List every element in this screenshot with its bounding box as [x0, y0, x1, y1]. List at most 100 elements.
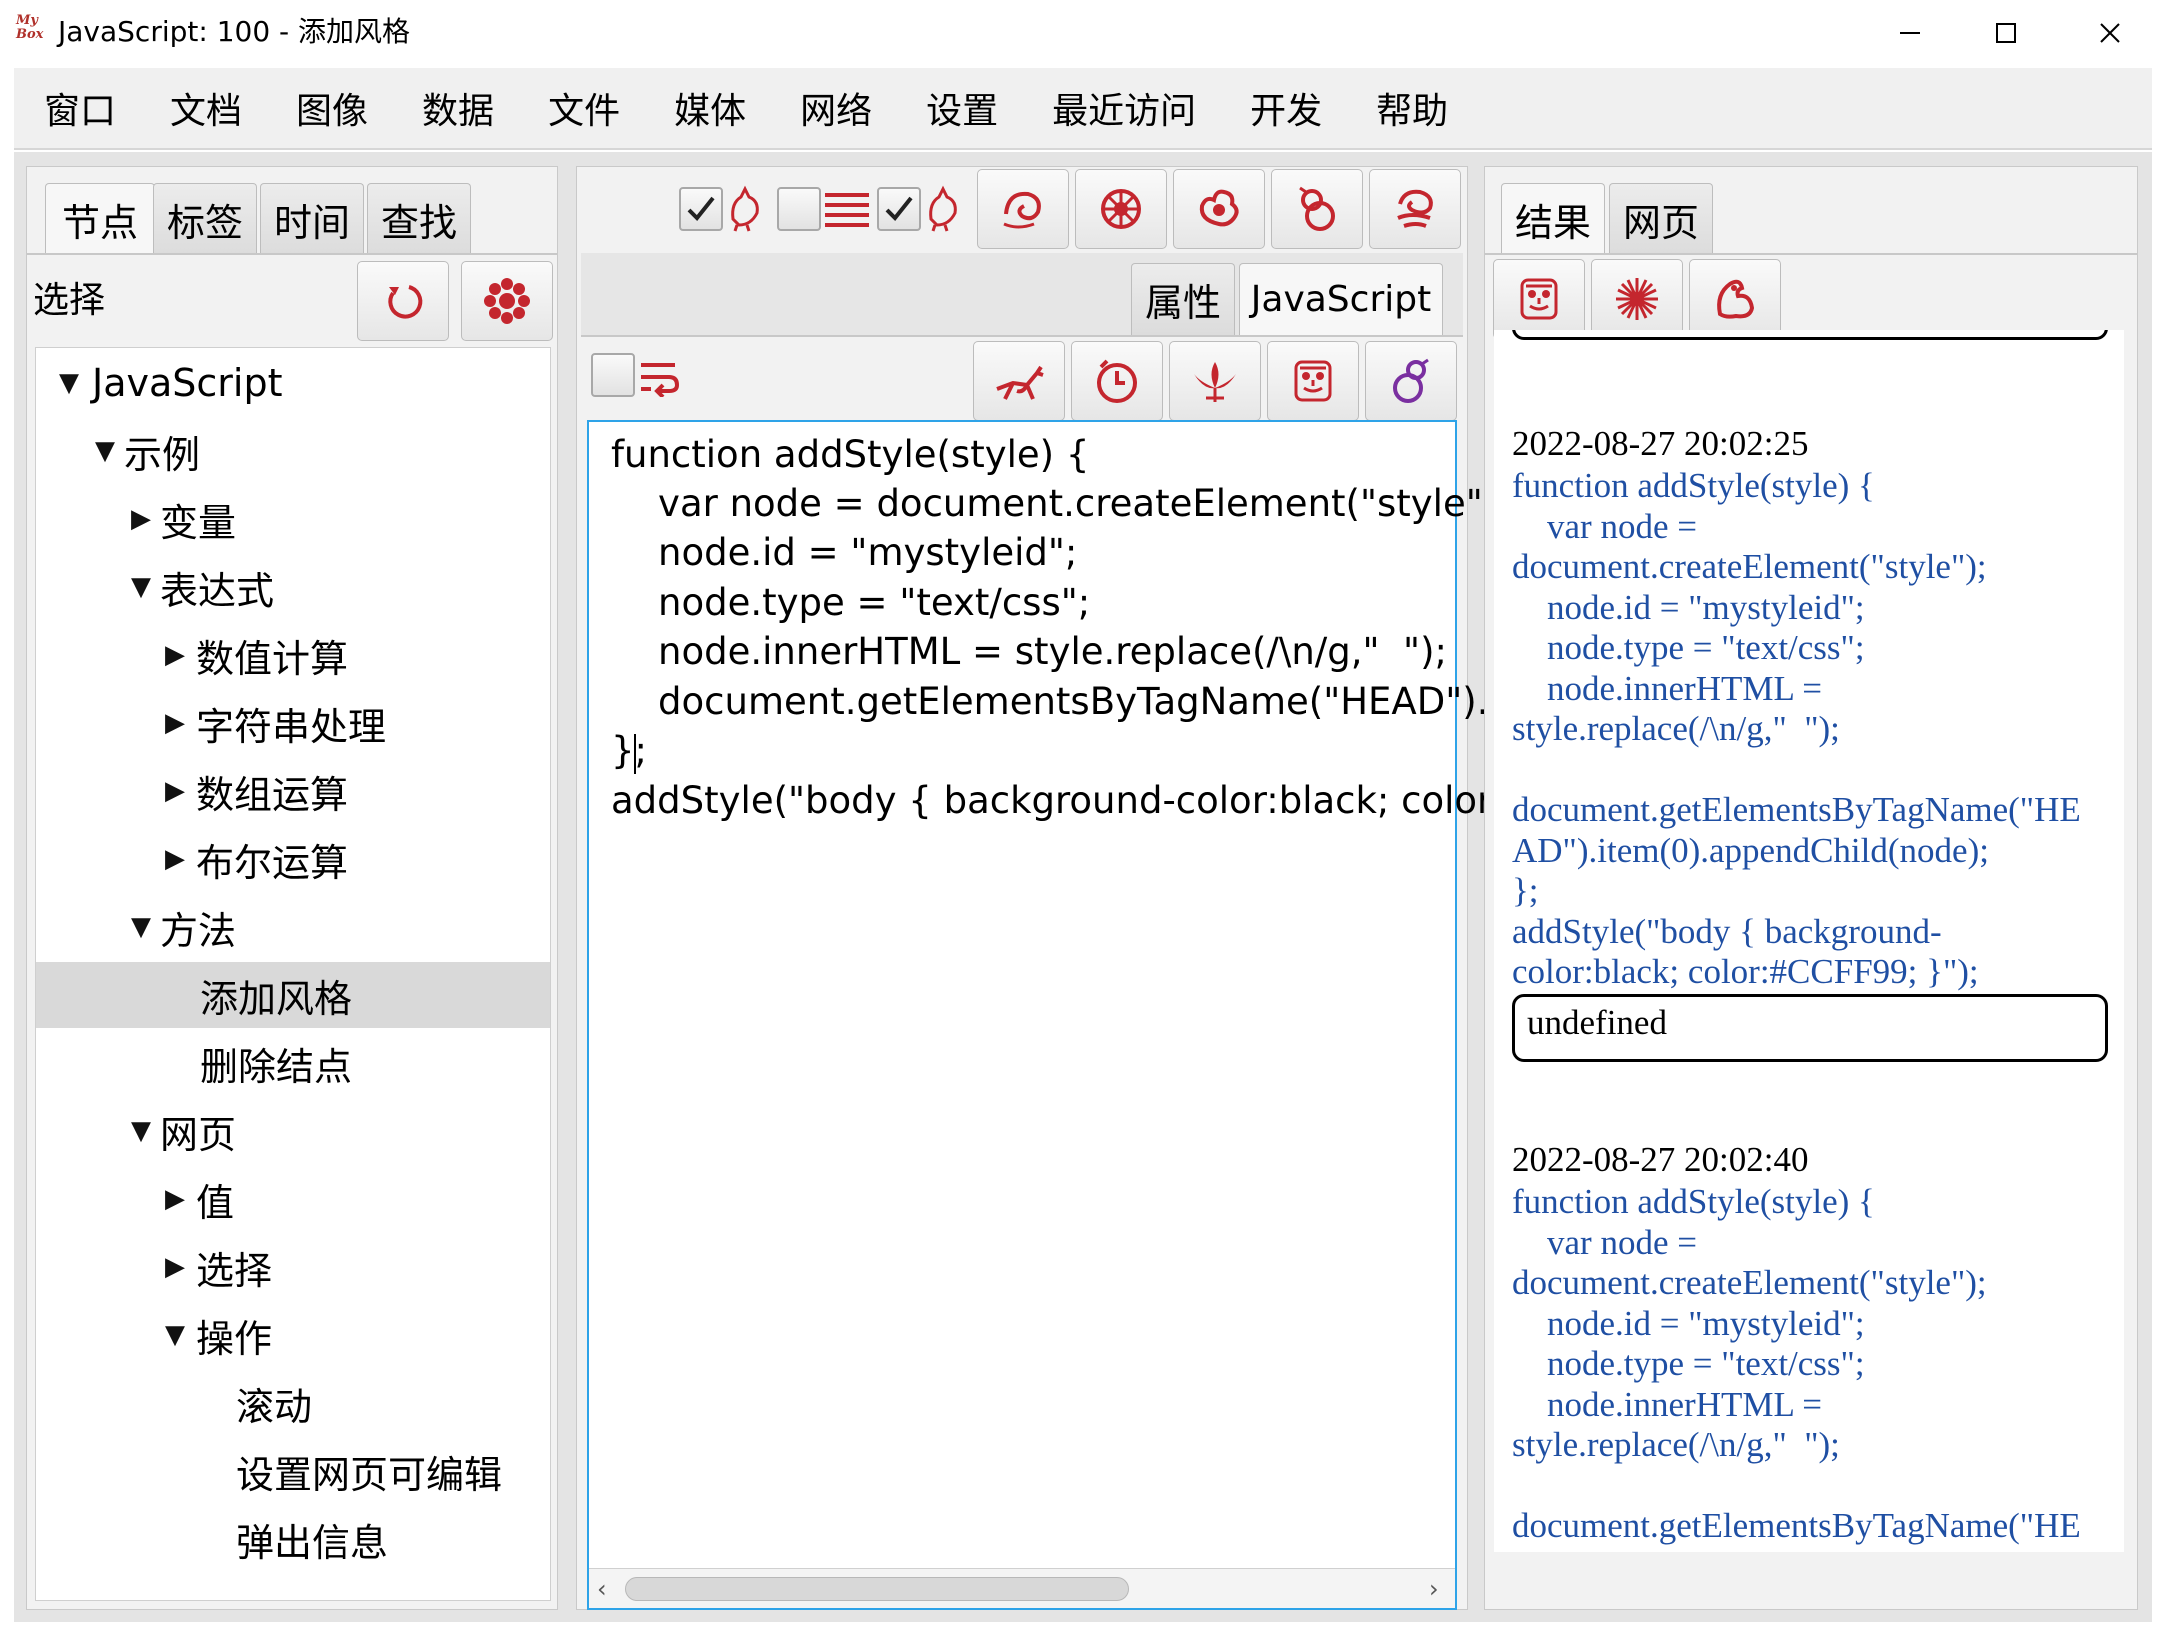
tree-node-label: 添加风格	[200, 976, 353, 1021]
menu-develop[interactable]: 开发	[1250, 82, 1322, 134]
collapse-arrow-icon[interactable]: ▶	[160, 640, 190, 670]
wrap-checkbox[interactable]	[591, 353, 635, 397]
collapse-arrow-icon[interactable]: ▶	[126, 504, 156, 534]
result-timestamp: 2022-08-27 20:02:40	[1512, 1140, 1809, 1179]
menu-window[interactable]: 窗口	[44, 82, 116, 134]
tab-time[interactable]: 时间	[260, 183, 364, 255]
result-code: function addStyle(style) { var node = do…	[1512, 466, 2081, 991]
maximize-button[interactable]	[1954, 0, 2058, 66]
flower-icon	[1101, 189, 1141, 229]
maximize-icon	[1996, 23, 2016, 43]
scrollbar-thumb[interactable]	[625, 1577, 1129, 1601]
tree-view[interactable]: ▼ JavaScript ▼ 示例 ▶ 变量 ▼ 表达式 ▶ 数值计算 ▶ 字符串处理 ▶ 数…	[35, 347, 551, 1601]
tree-node-label: 删除结点	[200, 1044, 353, 1089]
code-editor[interactable]: function addStyle(style) { var node = do…	[587, 420, 1536, 1610]
flower-button[interactable]	[461, 261, 553, 341]
menu-document[interactable]: 文档	[170, 82, 242, 134]
scroll-right-icon[interactable]: ›	[1429, 1577, 1449, 1601]
tree-node-label: 字符串处理	[196, 704, 387, 749]
tree-node-selected[interactable]: 添加风格	[36, 962, 550, 1028]
tree-node[interactable]: ▼ 方法	[36, 894, 550, 960]
tree-node-label: 滚动	[236, 1384, 313, 1429]
collapse-arrow-icon[interactable]: ▶	[160, 1252, 190, 1282]
gourd-button[interactable]	[1271, 169, 1363, 249]
flower-button[interactable]	[1591, 259, 1683, 339]
tree-node[interactable]: ▼ 示例	[36, 418, 550, 484]
menu-settings[interactable]: 设置	[926, 82, 998, 134]
tree-node[interactable]: 删除结点	[36, 1030, 550, 1096]
menu-media[interactable]: 媒体	[674, 82, 746, 134]
horizontal-scrollbar[interactable]: ‹ ›	[589, 1568, 1455, 1608]
gourd-button[interactable]	[1365, 341, 1457, 421]
clock-icon	[1097, 359, 1137, 403]
minimize-button[interactable]	[1858, 0, 1962, 66]
tree-node-label: 数值计算	[196, 636, 349, 681]
tree-node[interactable]: ▶ 数值计算	[36, 622, 550, 688]
tree-node-label: 操作	[196, 1316, 273, 1361]
menu-file[interactable]: 文件	[548, 82, 620, 134]
tab-javascript[interactable]: JavaScript	[1239, 263, 1443, 335]
collapse-arrow-icon[interactable]: ▶	[160, 708, 190, 738]
code-line: var node = document.createElement("style…	[611, 482, 1510, 525]
expand-arrow-icon[interactable]: ▼	[160, 1320, 190, 1350]
menu-recent[interactable]: 最近访问	[1052, 82, 1196, 134]
tab-tags[interactable]: 标签	[153, 183, 257, 255]
peony-icon	[1199, 189, 1239, 227]
scroll-left-icon[interactable]: ‹	[597, 1577, 617, 1601]
collapse-arrow-icon[interactable]: ▶	[160, 1184, 190, 1214]
refresh-button[interactable]	[357, 261, 449, 341]
collapse-arrow-icon[interactable]: ▶	[160, 844, 190, 874]
expand-arrow-icon[interactable]: ▼	[54, 368, 84, 398]
tree-node[interactable]: ▶ 布尔运算	[36, 826, 550, 892]
checkbox-3[interactable]	[877, 187, 921, 231]
expand-arrow-icon[interactable]: ▼	[126, 572, 156, 602]
result-timestamp: 2022-08-27 20:02:25	[1512, 424, 1809, 463]
tree-node[interactable]: ▼ 表达式	[36, 554, 550, 620]
cloud-button[interactable]	[1369, 169, 1461, 249]
tree-node[interactable]: 弹出信息	[36, 1506, 550, 1572]
tree-node[interactable]: ▶ 变量	[36, 486, 550, 552]
close-button[interactable]	[2058, 0, 2162, 66]
gourd-icon	[1393, 358, 1429, 403]
tab-attributes[interactable]: 属性	[1131, 263, 1235, 335]
tab-nodes[interactable]: 节点	[45, 183, 155, 255]
clock-button[interactable]	[1071, 341, 1163, 421]
expand-arrow-icon[interactable]: ▼	[90, 436, 120, 466]
deer-button[interactable]	[973, 341, 1065, 421]
tab-webpage[interactable]: 网页	[1609, 183, 1713, 255]
tree-node[interactable]: ▶ 选择	[36, 1234, 550, 1300]
tab-find[interactable]: 查找	[367, 183, 471, 255]
tree-node-label: JavaScript	[92, 361, 283, 405]
tree-node[interactable]: ▼ JavaScript	[36, 350, 550, 416]
lotus-button[interactable]	[1169, 341, 1261, 421]
tree-node[interactable]: 设置网页可编辑	[36, 1438, 550, 1504]
mask-button[interactable]	[1267, 341, 1359, 421]
bird-button[interactable]	[1689, 259, 1781, 339]
menu-image[interactable]: 图像	[296, 82, 368, 134]
peony-button[interactable]	[1173, 169, 1265, 249]
checkbox-2[interactable]	[777, 187, 821, 231]
results-view[interactable]: 2022-08-27 20:02:25 function addStyle(st…	[1494, 330, 2124, 1552]
close-icon	[2100, 23, 2120, 43]
tab-results[interactable]: 结果	[1501, 183, 1605, 255]
tree-node[interactable]: ▶ 数组运算	[36, 758, 550, 824]
menu-data[interactable]: 数据	[422, 82, 494, 134]
expand-arrow-icon[interactable]: ▼	[126, 1116, 156, 1146]
expand-arrow-icon[interactable]: ▼	[126, 912, 156, 942]
tree-node[interactable]: ▶ 值	[36, 1166, 550, 1232]
mask-button[interactable]	[1493, 259, 1585, 339]
menu-help[interactable]: 帮助	[1376, 82, 1448, 134]
flower-button[interactable]	[1075, 169, 1167, 249]
menu-network[interactable]: 网络	[800, 82, 872, 134]
swirl-button[interactable]	[977, 169, 1069, 249]
bird-icon	[1717, 279, 1755, 319]
checkbox-1[interactable]	[679, 187, 723, 231]
result-code: function addStyle(style) { var node = do…	[1512, 1182, 2081, 1545]
title-bar: My Box JavaScript: 100 - 添加风格	[0, 0, 2166, 66]
collapse-arrow-icon[interactable]: ▶	[160, 776, 190, 806]
tree-node[interactable]: ▼ 操作	[36, 1302, 550, 1368]
tree-node[interactable]: ▶ 字符串处理	[36, 690, 550, 756]
code-line: node.innerHTML = style.replace(/\n/g," "…	[611, 630, 1447, 673]
tree-node[interactable]: 滚动	[36, 1370, 550, 1436]
tree-node[interactable]: ▼ 网页	[36, 1098, 550, 1164]
